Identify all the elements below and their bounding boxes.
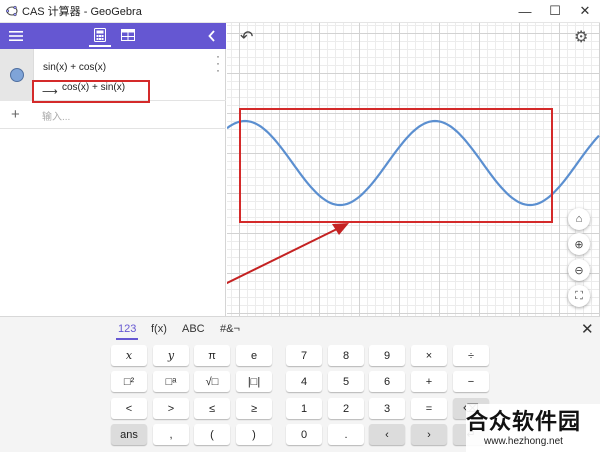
key-0-7[interactable]: × xyxy=(411,345,447,366)
graphics-view[interactable]: ↶ ⚙ ⌂ ⊕ ⊖ ⛶ xyxy=(227,23,600,316)
title-bar: CAS 计算器 - GeoGebra — ☐ ✕ xyxy=(0,0,600,23)
fullscreen-icon[interactable]: ⛶ xyxy=(568,285,590,307)
watermark-logo: 合众软件园 xyxy=(466,409,582,434)
geogebra-logo xyxy=(6,5,18,17)
key-2-2[interactable]: ≤ xyxy=(194,398,230,419)
key-3-7[interactable]: › xyxy=(411,424,447,445)
key-0-4[interactable]: 7 xyxy=(286,345,322,366)
key-3-3[interactable]: ) xyxy=(236,424,272,445)
keyboard-tab-indicator xyxy=(116,338,138,340)
hamburger-menu-icon[interactable] xyxy=(8,29,24,43)
key-0-2[interactable]: π xyxy=(194,345,230,366)
key-1-2[interactable]: √□ xyxy=(194,371,230,392)
geogebra-cas-window: CAS 计算器 - GeoGebra — ☐ ✕ sin(x) + cos(x) xyxy=(0,0,600,452)
key-2-0[interactable]: < xyxy=(111,398,147,419)
marble-column xyxy=(0,49,34,101)
window-title: CAS 计算器 - GeoGebra xyxy=(22,6,142,18)
key-3-5[interactable]: . xyxy=(328,424,364,445)
highlight-box-output xyxy=(32,80,150,103)
key-3-1[interactable]: , xyxy=(153,424,189,445)
key-1-8[interactable]: − xyxy=(453,371,489,392)
key-1-3[interactable]: |□| xyxy=(236,371,272,392)
keyboard-tab-numbers[interactable]: 123 xyxy=(118,323,136,335)
new-input-row[interactable]: + 输入... xyxy=(0,101,226,129)
key-2-4[interactable]: 1 xyxy=(286,398,322,419)
key-0-6[interactable]: 9 xyxy=(369,345,405,366)
algebra-row[interactable]: sin(x) + cos(x) ⟶ cos(x) + sin(x) · · · xyxy=(0,49,226,103)
key-0-3[interactable]: e xyxy=(236,345,272,366)
key-2-7[interactable]: = xyxy=(411,398,447,419)
key-1-1[interactable]: □ᵃ xyxy=(153,371,189,392)
table-icon[interactable] xyxy=(120,28,136,42)
keyboard-tab-symbols[interactable]: #&¬ xyxy=(220,323,240,335)
keyboard-tab-letters[interactable]: ABC xyxy=(182,323,205,335)
algebra-view: sin(x) + cos(x) ⟶ cos(x) + sin(x) · · · + … xyxy=(0,49,226,316)
key-1-4[interactable]: 4 xyxy=(286,371,322,392)
input-field-placeholder[interactable]: 输入... xyxy=(42,108,70,123)
key-1-7[interactable]: + xyxy=(411,371,447,392)
algebra-toolbar xyxy=(0,23,226,49)
maximize-button[interactable]: ☐ xyxy=(540,0,570,22)
chevron-left-icon[interactable] xyxy=(205,29,219,43)
annotation-arrow xyxy=(227,227,340,285)
function-curve xyxy=(227,119,600,207)
key-3-4[interactable]: 0 xyxy=(286,424,322,445)
watermark-url: www.hezhong.net xyxy=(484,436,563,447)
zoom-in-icon[interactable]: ⊕ xyxy=(568,233,590,255)
key-2-3[interactable]: ≥ xyxy=(236,398,272,419)
key-2-5[interactable]: 2 xyxy=(328,398,364,419)
annotation-arrowhead xyxy=(332,223,349,235)
plot-area xyxy=(227,108,600,285)
calculator-icon[interactable] xyxy=(92,27,108,43)
key-0-0[interactable]: x xyxy=(111,345,147,366)
plus-icon[interactable]: + xyxy=(11,106,20,123)
key-1-0[interactable]: □² xyxy=(111,371,147,392)
minimize-button[interactable]: — xyxy=(510,0,540,22)
home-icon[interactable]: ⌂ xyxy=(568,208,590,230)
watermark: 合众软件园 www.hezhong.net xyxy=(466,404,600,452)
key-0-5[interactable]: 8 xyxy=(328,345,364,366)
keyboard-tab-functions[interactable]: f(x) xyxy=(151,323,167,335)
active-tab-indicator xyxy=(89,45,111,47)
key-3-2[interactable]: ( xyxy=(194,424,230,445)
key-2-1[interactable]: > xyxy=(153,398,189,419)
highlight-box-curve xyxy=(239,108,553,223)
key-3-6[interactable]: ‹ xyxy=(369,424,405,445)
key-0-1[interactable]: y xyxy=(153,345,189,366)
visibility-toggle[interactable] xyxy=(10,68,24,82)
close-button[interactable]: ✕ xyxy=(570,0,600,22)
keyboard-close-icon[interactable]: ✕ xyxy=(581,320,594,338)
key-1-6[interactable]: 6 xyxy=(369,371,405,392)
more-options-icon[interactable]: · · · xyxy=(213,50,223,76)
key-1-5[interactable]: 5 xyxy=(328,371,364,392)
input-expression[interactable]: sin(x) + cos(x) xyxy=(43,62,106,73)
key-2-6[interactable]: 3 xyxy=(369,398,405,419)
zoom-out-icon[interactable]: ⊖ xyxy=(568,259,590,281)
key-0-8[interactable]: ÷ xyxy=(453,345,489,366)
key-3-0[interactable]: ans xyxy=(111,424,147,445)
